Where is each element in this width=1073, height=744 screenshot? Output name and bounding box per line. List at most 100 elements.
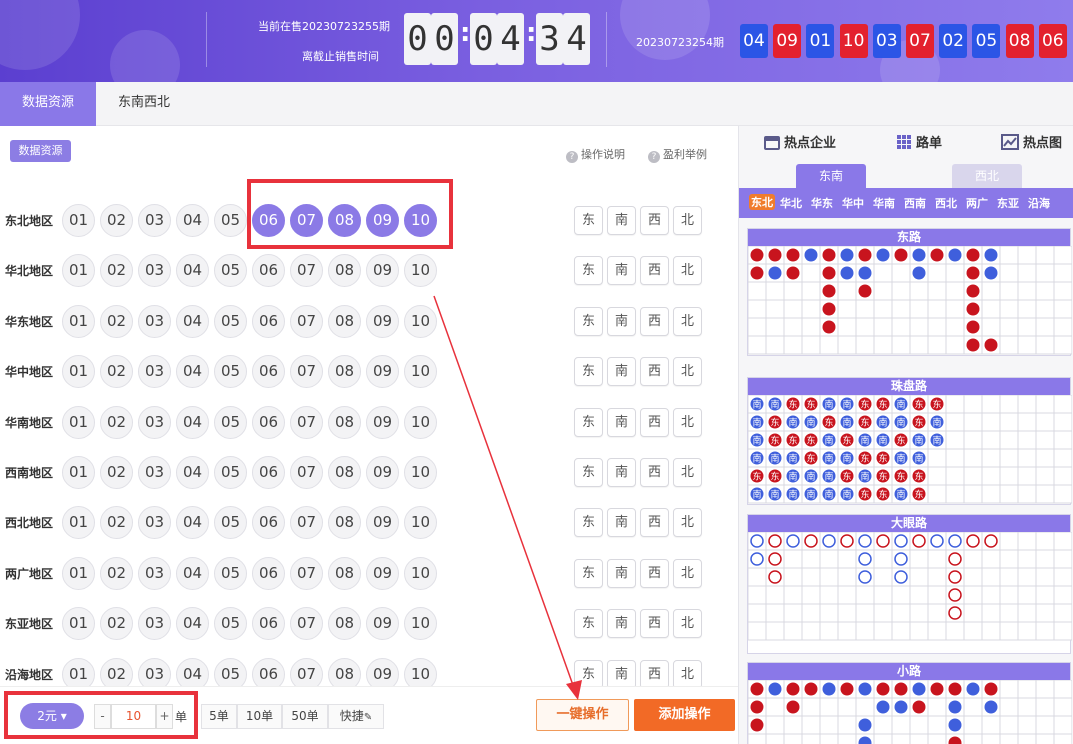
region-filter-item[interactable]: 华北 [780, 195, 802, 211]
number-ball[interactable]: 10 [404, 456, 437, 489]
number-ball[interactable]: 09 [366, 355, 399, 389]
plus-button[interactable]: + [156, 704, 173, 729]
number-ball[interactable]: 10 [404, 556, 437, 590]
number-ball[interactable]: 10 [404, 506, 437, 540]
direction-button[interactable]: 北 [673, 306, 702, 336]
help-profit-example[interactable]: ? 盈利举例 [648, 146, 707, 163]
number-ball[interactable]: 04 [176, 304, 209, 338]
tab-data-resource[interactable]: 数据资源 [0, 82, 96, 126]
direction-button[interactable]: 北 [673, 206, 702, 235]
number-ball[interactable]: 09 [366, 204, 399, 237]
direction-button[interactable]: 东 [574, 306, 603, 336]
number-ball[interactable]: 07 [290, 304, 323, 338]
direction-button[interactable]: 北 [673, 558, 702, 588]
number-ball[interactable]: 05 [214, 355, 247, 389]
region-filter-item[interactable]: 西北 [935, 195, 957, 211]
number-ball[interactable]: 10 [404, 405, 437, 439]
quick-5-button[interactable]: 5单 [201, 704, 237, 729]
number-ball[interactable]: 01 [62, 304, 95, 338]
number-ball[interactable]: 04 [176, 405, 209, 439]
number-ball[interactable]: 08 [328, 405, 361, 439]
shortcut-button[interactable]: 快捷✎ [328, 704, 384, 729]
number-ball[interactable]: 10 [404, 607, 437, 641]
quantity-input[interactable]: 10 [111, 704, 156, 729]
direction-button[interactable]: 南 [607, 508, 636, 538]
direction-button[interactable]: 东 [574, 256, 603, 286]
number-ball[interactable]: 03 [138, 254, 171, 288]
number-ball[interactable]: 05 [214, 607, 247, 641]
number-ball[interactable]: 01 [62, 405, 95, 439]
number-ball[interactable]: 09 [366, 556, 399, 590]
direction-button[interactable]: 西 [640, 458, 669, 487]
number-ball[interactable]: 10 [404, 355, 437, 389]
direction-button[interactable]: 西 [640, 256, 669, 286]
direction-button[interactable]: 北 [673, 256, 702, 286]
region-filter-item[interactable]: 西南 [904, 195, 926, 211]
number-ball[interactable]: 08 [328, 304, 361, 338]
direction-button[interactable]: 北 [673, 357, 702, 387]
number-ball[interactable]: 04 [176, 556, 209, 590]
number-ball[interactable]: 03 [138, 506, 171, 540]
number-ball[interactable]: 09 [366, 607, 399, 641]
direction-button[interactable]: 南 [607, 357, 636, 387]
direction-button[interactable]: 西 [640, 407, 669, 437]
number-ball[interactable]: 03 [138, 304, 171, 338]
number-ball[interactable]: 06 [252, 607, 285, 641]
number-ball[interactable]: 03 [138, 607, 171, 641]
number-ball[interactable]: 03 [138, 204, 171, 237]
region-filter-item[interactable]: 两广 [966, 195, 988, 211]
unit-select[interactable]: 2元 ▾ [20, 703, 84, 729]
number-ball[interactable]: 05 [214, 204, 247, 237]
direction-button[interactable]: 南 [607, 659, 636, 689]
direction-button[interactable]: 西 [640, 206, 669, 235]
direction-button[interactable]: 北 [673, 659, 702, 689]
direction-button[interactable]: 西 [640, 659, 669, 689]
number-ball[interactable]: 08 [328, 355, 361, 389]
subtab-southeast[interactable]: 东南 [796, 164, 866, 188]
number-ball[interactable]: 02 [100, 254, 133, 288]
region-filter-item[interactable]: 华东 [811, 195, 833, 211]
number-ball[interactable]: 01 [62, 607, 95, 641]
number-ball[interactable]: 09 [366, 304, 399, 338]
direction-button[interactable]: 东 [574, 407, 603, 437]
number-ball[interactable]: 06 [252, 506, 285, 540]
number-ball[interactable]: 08 [328, 556, 361, 590]
direction-button[interactable]: 南 [607, 558, 636, 588]
number-ball[interactable]: 06 [252, 254, 285, 288]
direction-button[interactable]: 南 [607, 458, 636, 487]
number-ball[interactable]: 09 [366, 456, 399, 489]
direction-button[interactable]: 东 [574, 357, 603, 387]
direction-button[interactable]: 南 [607, 256, 636, 286]
subtab-northwest[interactable]: 西北 [952, 164, 1022, 188]
number-ball[interactable]: 04 [176, 254, 209, 288]
number-ball[interactable]: 02 [100, 405, 133, 439]
direction-button[interactable]: 南 [607, 306, 636, 336]
direction-button[interactable]: 西 [640, 609, 669, 639]
direction-button[interactable]: 东 [574, 458, 603, 487]
direction-button[interactable]: 东 [574, 508, 603, 538]
region-filter-item[interactable]: 东北 [749, 194, 775, 210]
number-ball[interactable]: 09 [366, 254, 399, 288]
number-ball[interactable]: 02 [100, 607, 133, 641]
number-ball[interactable]: 08 [328, 607, 361, 641]
help-instructions[interactable]: ? 操作说明 [566, 146, 625, 163]
number-ball[interactable]: 06 [252, 355, 285, 389]
number-ball[interactable]: 09 [366, 506, 399, 540]
number-ball[interactable]: 07 [290, 607, 323, 641]
add-operation-button[interactable]: 添加操作 [634, 699, 735, 731]
direction-button[interactable]: 东 [574, 558, 603, 588]
number-ball[interactable]: 04 [176, 607, 209, 641]
number-ball[interactable]: 07 [290, 405, 323, 439]
direction-button[interactable]: 东 [574, 659, 603, 689]
number-ball[interactable]: 03 [138, 355, 171, 389]
minus-button[interactable]: - [94, 704, 111, 729]
number-ball[interactable]: 07 [290, 506, 323, 540]
number-ball[interactable]: 05 [214, 405, 247, 439]
number-ball[interactable]: 07 [290, 204, 323, 237]
number-ball[interactable]: 01 [62, 556, 95, 590]
region-filter-item[interactable]: 沿海 [1028, 195, 1050, 211]
quick-50-button[interactable]: 50单 [282, 704, 328, 729]
number-ball[interactable]: 08 [328, 204, 361, 237]
tab-direction[interactable]: 东南西北 [96, 82, 192, 126]
number-ball[interactable]: 07 [290, 355, 323, 389]
